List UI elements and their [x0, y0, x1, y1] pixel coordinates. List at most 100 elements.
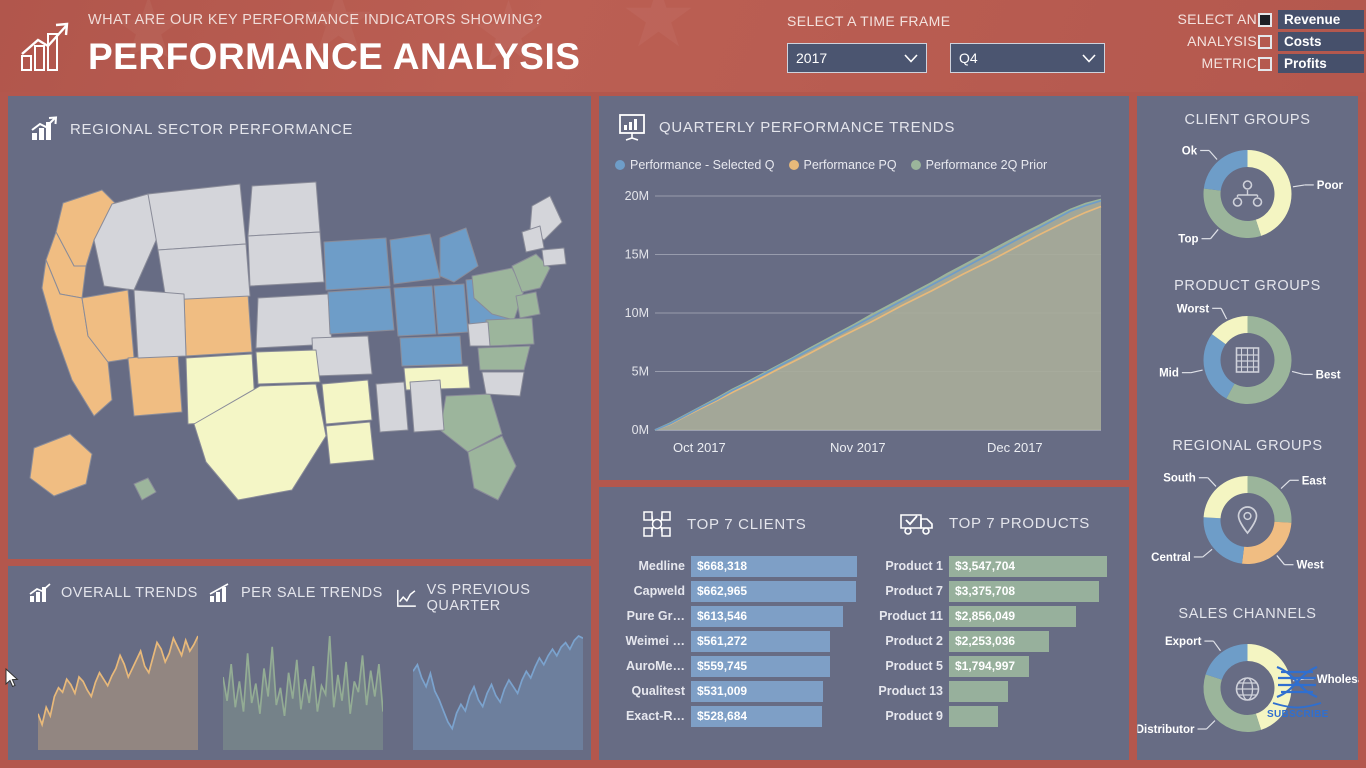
year-select[interactable]: 2017 — [787, 43, 927, 73]
product-groups-donut-wrap[interactable]: Best Mid Worst — [1137, 294, 1358, 424]
row-value-bar: $2,253,036 — [949, 630, 1049, 652]
checkbox-costs[interactable] — [1258, 34, 1272, 49]
state-nd — [247, 181, 321, 237]
metric-revenue-label[interactable]: Revenue — [1278, 10, 1364, 29]
client-groups-donut-wrap[interactable]: Poor Top Ok — [1137, 128, 1358, 258]
overall-trends-header[interactable]: OVERALL TRENDS — [28, 582, 198, 604]
metric-option-revenue[interactable]: Revenue — [1258, 10, 1364, 29]
legend-item-2[interactable]: Performance 2Q Prior — [910, 158, 1047, 172]
chart-growth-icon — [31, 116, 58, 140]
state-la — [325, 421, 375, 465]
legend-color-dot — [788, 160, 799, 170]
globe-icon — [1235, 677, 1259, 701]
bar-chart-arrow-icon — [21, 22, 69, 71]
state-ok — [255, 349, 321, 385]
top-products-header: TOP 7 PRODUCTS — [899, 509, 1090, 537]
quarterly-area-chart[interactable]: 0M 5M 10M 15M 20M Oct 2017 Nov 2017 Dec 2017 — [609, 182, 1121, 470]
legend-item-0[interactable]: Performance - Selected Q — [615, 158, 775, 172]
donut-chart[interactable]: Best Mid Worst — [1137, 298, 1358, 428]
y-axis-tick: 5M — [632, 365, 649, 379]
table-row[interactable]: Exact-R… $528,684 — [613, 705, 861, 727]
row-label: Product 1 — [885, 559, 943, 573]
row-value-bar: $531,009 — [691, 680, 823, 702]
trends-panel: OVERALL TRENDS PER SALE TRENDS VS PREVIO… — [8, 566, 591, 760]
state-nh-vt — [521, 225, 545, 253]
x-axis-tick: Oct 2017 — [673, 440, 726, 455]
row-label: Capweld — [633, 584, 685, 598]
header-subtitle: WHAT ARE OUR KEY PERFORMANCE INDICATORS … — [88, 12, 543, 28]
donut-segment-mid[interactable] — [1203, 334, 1234, 399]
chart-growth-icon — [29, 583, 51, 602]
state-sd — [247, 231, 325, 287]
metric-profits-label[interactable]: Profits — [1278, 54, 1364, 73]
sales-channels-block: SALES CHANNELS Wholesale Distributor Expor… — [1137, 606, 1358, 768]
per-sale-trends-header[interactable]: PER SALE TRENDS — [208, 582, 383, 604]
row-label: Product 5 — [885, 659, 943, 673]
donut-chart[interactable]: Poor Top Ok — [1137, 132, 1358, 262]
state-co — [183, 293, 253, 357]
regional-groups-donut-wrap[interactable]: East West Central South — [1137, 454, 1358, 584]
table-row[interactable]: Weimei … $561,272 — [613, 630, 861, 652]
us-choropleth-map[interactable] — [16, 148, 583, 548]
presentation-chart-icon — [619, 114, 645, 141]
chevron-down-icon — [1082, 53, 1096, 63]
donut-segment-west[interactable] — [1241, 521, 1291, 564]
quarterly-title-row: QUARTERLY PERFORMANCE TRENDS — [617, 112, 955, 142]
table-row[interactable]: Product 13 — [871, 680, 1115, 702]
per-sale-trends-label: PER SALE TRENDS — [241, 585, 383, 601]
metric-option-costs[interactable]: Costs — [1258, 32, 1364, 51]
table-row[interactable]: AuroMe… $559,745 — [613, 655, 861, 677]
vs-previous-quarter-header[interactable]: VS PREVIOUS QUARTER — [396, 582, 591, 614]
donut-segment-central[interactable] — [1203, 517, 1244, 564]
state-ms — [375, 381, 409, 433]
table-row[interactable]: Capweld $662,965 — [613, 580, 861, 602]
row-label: Product 7 — [885, 584, 943, 598]
row-value-bar: $561,272 — [691, 630, 830, 652]
donut-label-worst: Worst — [1176, 303, 1209, 315]
donut-segment-export[interactable] — [1205, 644, 1247, 680]
donut-segment-top[interactable] — [1203, 188, 1261, 238]
table-row[interactable]: Product 2 $2,253,036 — [871, 630, 1115, 652]
product-groups-block: PRODUCT GROUPS Best Mid Worst — [1137, 278, 1358, 444]
legend-color-dot — [910, 160, 921, 170]
row-value-bar: $613,546 — [691, 605, 843, 627]
star-decoration: ★ — [620, 0, 697, 60]
state-ky — [399, 335, 463, 367]
timeframe-label: SELECT A TIME FRAME — [787, 13, 951, 29]
quarterly-panel-title: QUARTERLY PERFORMANCE TRENDS — [659, 118, 956, 136]
metric-costs-label[interactable]: Costs — [1278, 32, 1364, 51]
table-row[interactable]: Qualitest $531,009 — [613, 680, 861, 702]
product-groups-title: PRODUCT GROUPS — [1174, 278, 1321, 294]
checkbox-profits[interactable] — [1258, 56, 1272, 71]
legend-item-1[interactable]: Performance PQ — [788, 158, 897, 172]
table-row[interactable]: Product 7 $3,375,708 — [871, 580, 1115, 602]
mouse-cursor — [5, 668, 19, 688]
table-row[interactable]: Product 9 — [871, 705, 1115, 727]
org-people-icon — [1232, 180, 1262, 207]
quarter-select-value: Q4 — [959, 50, 978, 66]
donut-chart[interactable]: Wholesale Distributor Export — [1137, 626, 1358, 756]
state-nj — [515, 291, 541, 319]
donut-chart[interactable]: East West Central South — [1137, 458, 1358, 588]
dashboard-header: ★ ★ ★ ★ WHAT ARE OUR KEY PERFORMANCE IND… — [0, 0, 1366, 92]
state-il — [393, 285, 437, 337]
table-row[interactable]: Product 11 $2,856,049 — [871, 605, 1115, 627]
map-panel-title-row: REGIONAL SECTOR PERFORMANCE — [30, 116, 353, 142]
table-row[interactable]: Product 1 $3,547,704 — [871, 555, 1115, 577]
vs-previous-quarter-label: VS PREVIOUS QUARTER — [426, 582, 531, 614]
table-row[interactable]: Product 5 $1,794,997 — [871, 655, 1115, 677]
checkbox-revenue[interactable] — [1258, 12, 1272, 27]
regional-groups-block: REGIONAL GROUPS East West Central South — [1137, 438, 1358, 604]
table-row[interactable]: Pure Gr… $613,546 — [613, 605, 861, 627]
quarter-select[interactable]: Q4 — [950, 43, 1105, 73]
table-row[interactable]: Medline $668,318 — [613, 555, 861, 577]
donut-segment-east[interactable] — [1247, 476, 1291, 523]
y-axis-tick: 0M — [632, 423, 649, 437]
groups-panel: CLIENT GROUPS Poor Top Ok PRODUCT GROUPS B… — [1137, 96, 1358, 760]
metric-label-line1: SELECT AN — [1177, 11, 1257, 27]
donut-segment-ok[interactable] — [1203, 150, 1247, 191]
metric-option-profits[interactable]: Profits — [1258, 54, 1364, 73]
sales-channels-donut-wrap[interactable]: Wholesale Distributor Export — [1137, 622, 1358, 752]
donut-segment-south[interactable] — [1203, 476, 1247, 519]
row-value-bar — [949, 705, 998, 727]
